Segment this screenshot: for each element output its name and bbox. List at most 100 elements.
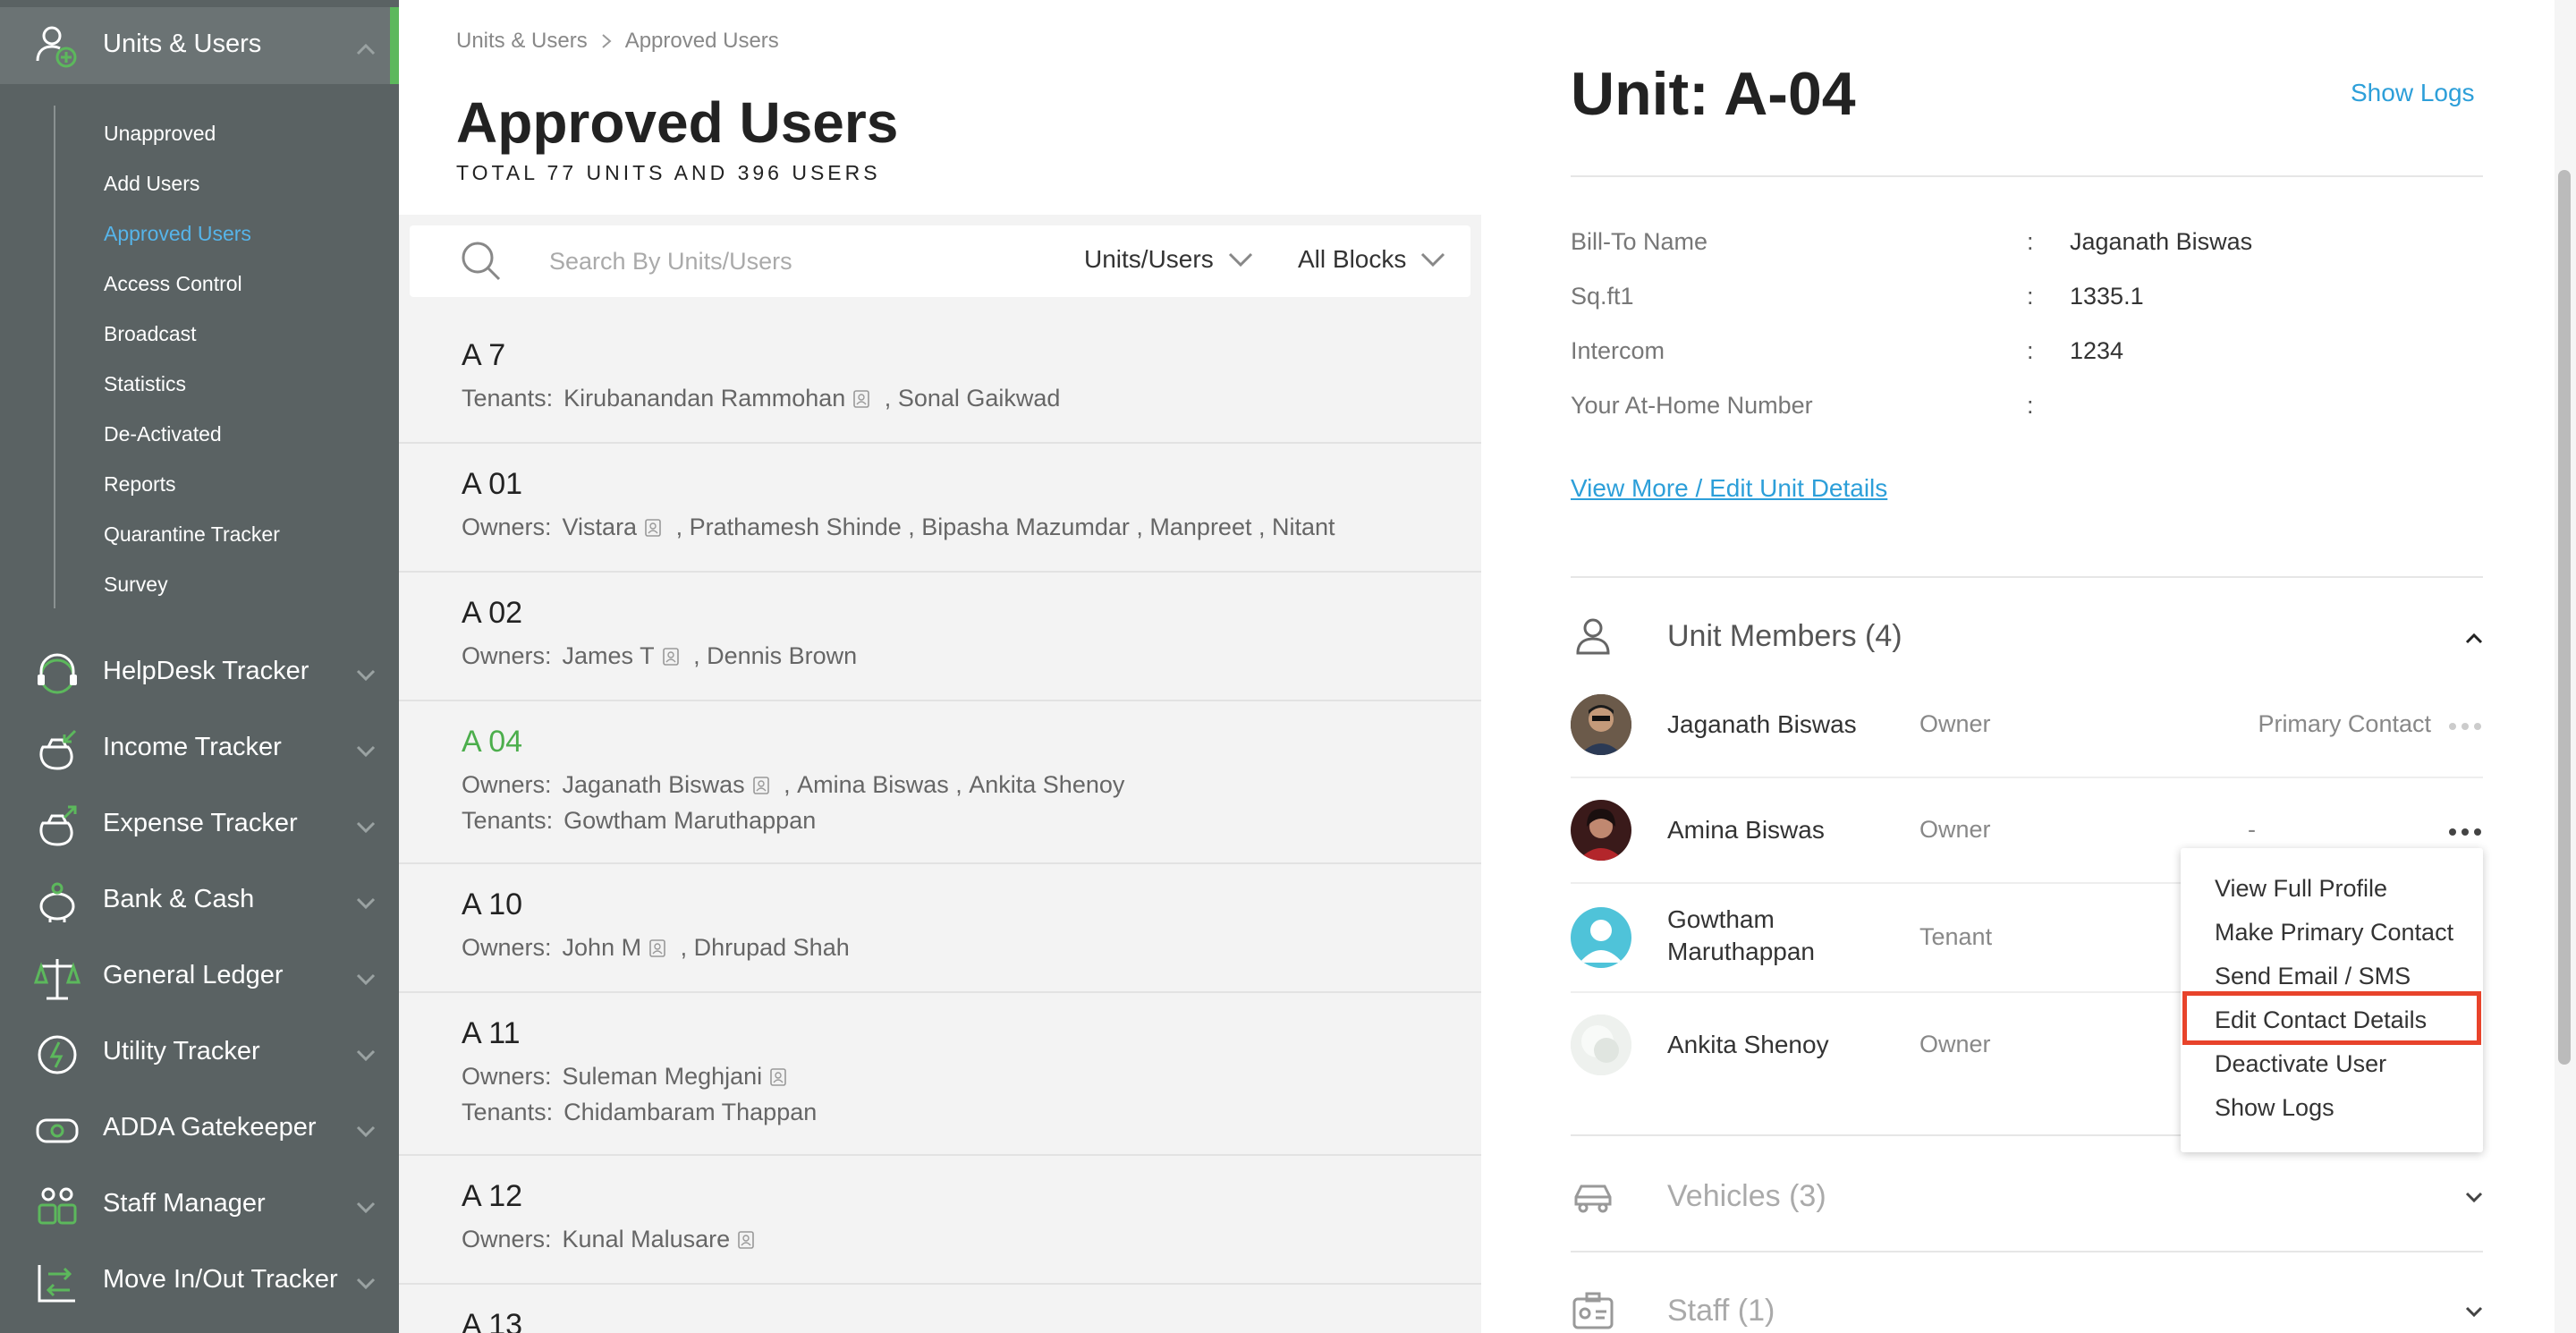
submenu-rail (54, 106, 55, 608)
unit-name: A 02 (462, 596, 523, 630)
menu-view-full-profile[interactable]: View Full Profile (2215, 875, 2387, 903)
menu-send-email-sms[interactable]: Send Email / SMS (2215, 963, 2411, 990)
piggy-bank-icon (39, 882, 75, 922)
submenu-broadcast[interactable]: Broadcast (104, 322, 197, 346)
member-name: Ankita Shenoy (1667, 1031, 1829, 1058)
chevron-down-icon[interactable] (2465, 1192, 2483, 1204)
menu-show-logs[interactable]: Show Logs (2215, 1094, 2334, 1122)
search-input[interactable] (549, 242, 1014, 281)
more-options-icon[interactable] (2447, 721, 2483, 732)
more-options-icon[interactable] (2447, 827, 2483, 837)
resident-name: Sonal Gaikwad (897, 385, 1061, 412)
submenu-de-activated[interactable]: De-Activated (104, 422, 222, 446)
name-separator: , (686, 642, 708, 669)
highlight-box (2182, 991, 2481, 1045)
contact-card-icon (770, 1067, 786, 1086)
sidebar-item-gatekeeper[interactable]: ADDA Gatekeeper (0, 1093, 390, 1165)
sidebar-item-income[interactable]: Income Tracker (0, 713, 390, 785)
unit-members-header[interactable]: Unit Members (4) (1571, 605, 2483, 667)
resident-name: Bipasha Mazumdar (921, 514, 1130, 540)
submenu-access-control[interactable]: Access Control (104, 272, 242, 296)
chevron-down-icon[interactable] (356, 973, 376, 986)
chevron-up-icon[interactable] (2465, 632, 2483, 644)
filter-type-dropdown[interactable]: Units/Users (1084, 245, 1253, 274)
chevron-down-icon[interactable] (356, 1278, 376, 1290)
resident-role-label: Owners: (462, 1226, 552, 1252)
chevron-down-icon[interactable] (356, 1125, 376, 1138)
sidebar-item-helpdesk[interactable]: HelpDesk Tracker (0, 637, 390, 709)
breadcrumb-root[interactable]: Units & Users (456, 29, 588, 54)
sidebar-item-bank-cash[interactable]: Bank & Cash (0, 865, 390, 937)
sidebar-item-staff-manager[interactable]: Staff Manager (0, 1169, 390, 1241)
resident-role-label: Tenants: (462, 807, 554, 834)
unit-row[interactable]: A 11 Owners: Suleman Meghjani Tenants: Chida… (399, 993, 1481, 1156)
staff-title: Staff (1) (1667, 1294, 1775, 1328)
avatar[interactable] (1571, 1015, 1631, 1075)
field-label-sqft: Sq.ft1 (1571, 283, 1634, 310)
chevron-down-icon[interactable] (2465, 1306, 2483, 1319)
vehicles-title: Vehicles (3) (1667, 1179, 1826, 1213)
menu-deactivate-user[interactable]: Deactivate User (2215, 1050, 2386, 1078)
member-name: Amina Biswas (1667, 816, 1825, 844)
resident-role-label: Owners: (462, 642, 552, 669)
sidebar-item-label: Units & Users (103, 30, 262, 58)
staff-icon (38, 1187, 77, 1225)
show-logs-link[interactable]: Show Logs (2351, 79, 2475, 107)
chevron-down-icon (1228, 252, 1252, 267)
chevron-down-icon[interactable] (356, 1201, 376, 1214)
avatar[interactable] (1571, 907, 1631, 968)
menu-make-primary-contact[interactable]: Make Primary Contact (2215, 919, 2453, 947)
contact-card-icon (645, 518, 661, 537)
resident-name: John M (562, 934, 642, 961)
chevron-down-icon[interactable] (356, 897, 376, 910)
sidebar-item-label: ADDA Gatekeeper (103, 1113, 317, 1142)
helpdesk-icon (38, 653, 77, 694)
submenu-add-users[interactable]: Add Users (104, 172, 199, 196)
unit-row[interactable]: A 02 Owners: James T , Dennis Brown (399, 573, 1481, 701)
scrollbar-thumb[interactable] (2558, 170, 2571, 1065)
avatar[interactable] (1571, 800, 1631, 861)
unit-row[interactable]: A 12 Owners: Kunal Malusare (399, 1156, 1481, 1285)
sidebar-item-utility[interactable]: Utility Tracker (0, 1017, 390, 1089)
chevron-down-icon[interactable] (356, 745, 376, 758)
filter-block-dropdown[interactable]: All Blocks (1298, 245, 1445, 274)
page-header: Units & Users Approved Users Approved Us… (399, 0, 1481, 215)
chevron-down-icon[interactable] (356, 821, 376, 834)
sidebar-item-expense[interactable]: Expense Tracker (0, 789, 390, 861)
staff-header[interactable]: Staff (1) (1571, 1279, 2483, 1333)
breadcrumb-current: Approved Users (624, 29, 779, 53)
user-add-icon (36, 26, 77, 68)
chevron-down-icon (1421, 252, 1445, 267)
resident-name: James T (562, 642, 655, 669)
submenu-quarantine-tracker[interactable]: Quarantine Tracker (104, 522, 280, 547)
sidebar-item-general-ledger[interactable]: General Ledger (0, 941, 390, 1013)
chevron-up-icon[interactable] (356, 43, 376, 55)
member-row: Jaganath Biswas Owner Primary Contact (1571, 673, 2483, 778)
unit-row[interactable]: A 10 Owners: John M , Dhrupad Shah (399, 864, 1481, 993)
chevron-down-icon[interactable] (356, 669, 376, 682)
name-separator: , (877, 385, 898, 412)
field-label-intercom: Intercom (1571, 337, 1665, 364)
unit-row[interactable]: A 01 Owners: Vistara , Prathamesh Shinde ,… (399, 444, 1481, 573)
unit-name: A 12 (462, 1179, 523, 1213)
submenu-approved-users[interactable]: Approved Users (104, 222, 251, 246)
submenu-statistics[interactable]: Statistics (104, 372, 186, 396)
unit-row[interactable]: A 13 (399, 1285, 1481, 1333)
edit-unit-details-link[interactable]: View More / Edit Unit Details (1571, 474, 1887, 503)
unit-row[interactable]: A 7 Tenants: Kirubanandan Rammohan , Sonal… (399, 315, 1481, 444)
sidebar-item-label: Expense Tracker (103, 809, 298, 837)
avatar[interactable] (1571, 694, 1631, 755)
unit-residents-line: Owners: James T , Dennis Brown (462, 642, 857, 670)
submenu-survey[interactable]: Survey (104, 573, 168, 597)
unit-row[interactable]: A 04 Owners: Jaganath Biswas , Amina Biswa… (399, 701, 1481, 864)
car-icon (1574, 1184, 1612, 1213)
unit-residents-line: Owners: Kunal Malusare (462, 1226, 762, 1253)
unit-name: A 10 (462, 887, 523, 921)
vehicles-header[interactable]: Vehicles (3) (1571, 1165, 2483, 1227)
submenu-unapproved[interactable]: Unapproved (104, 122, 216, 146)
sidebar-item-units-users[interactable]: Units & Users (0, 7, 390, 84)
chevron-down-icon[interactable] (356, 1049, 376, 1062)
resident-name: Ankita Shenoy (969, 771, 1125, 798)
sidebar-item-move-in-out[interactable]: Move In/Out Tracker (0, 1245, 390, 1317)
submenu-reports[interactable]: Reports (104, 472, 176, 497)
